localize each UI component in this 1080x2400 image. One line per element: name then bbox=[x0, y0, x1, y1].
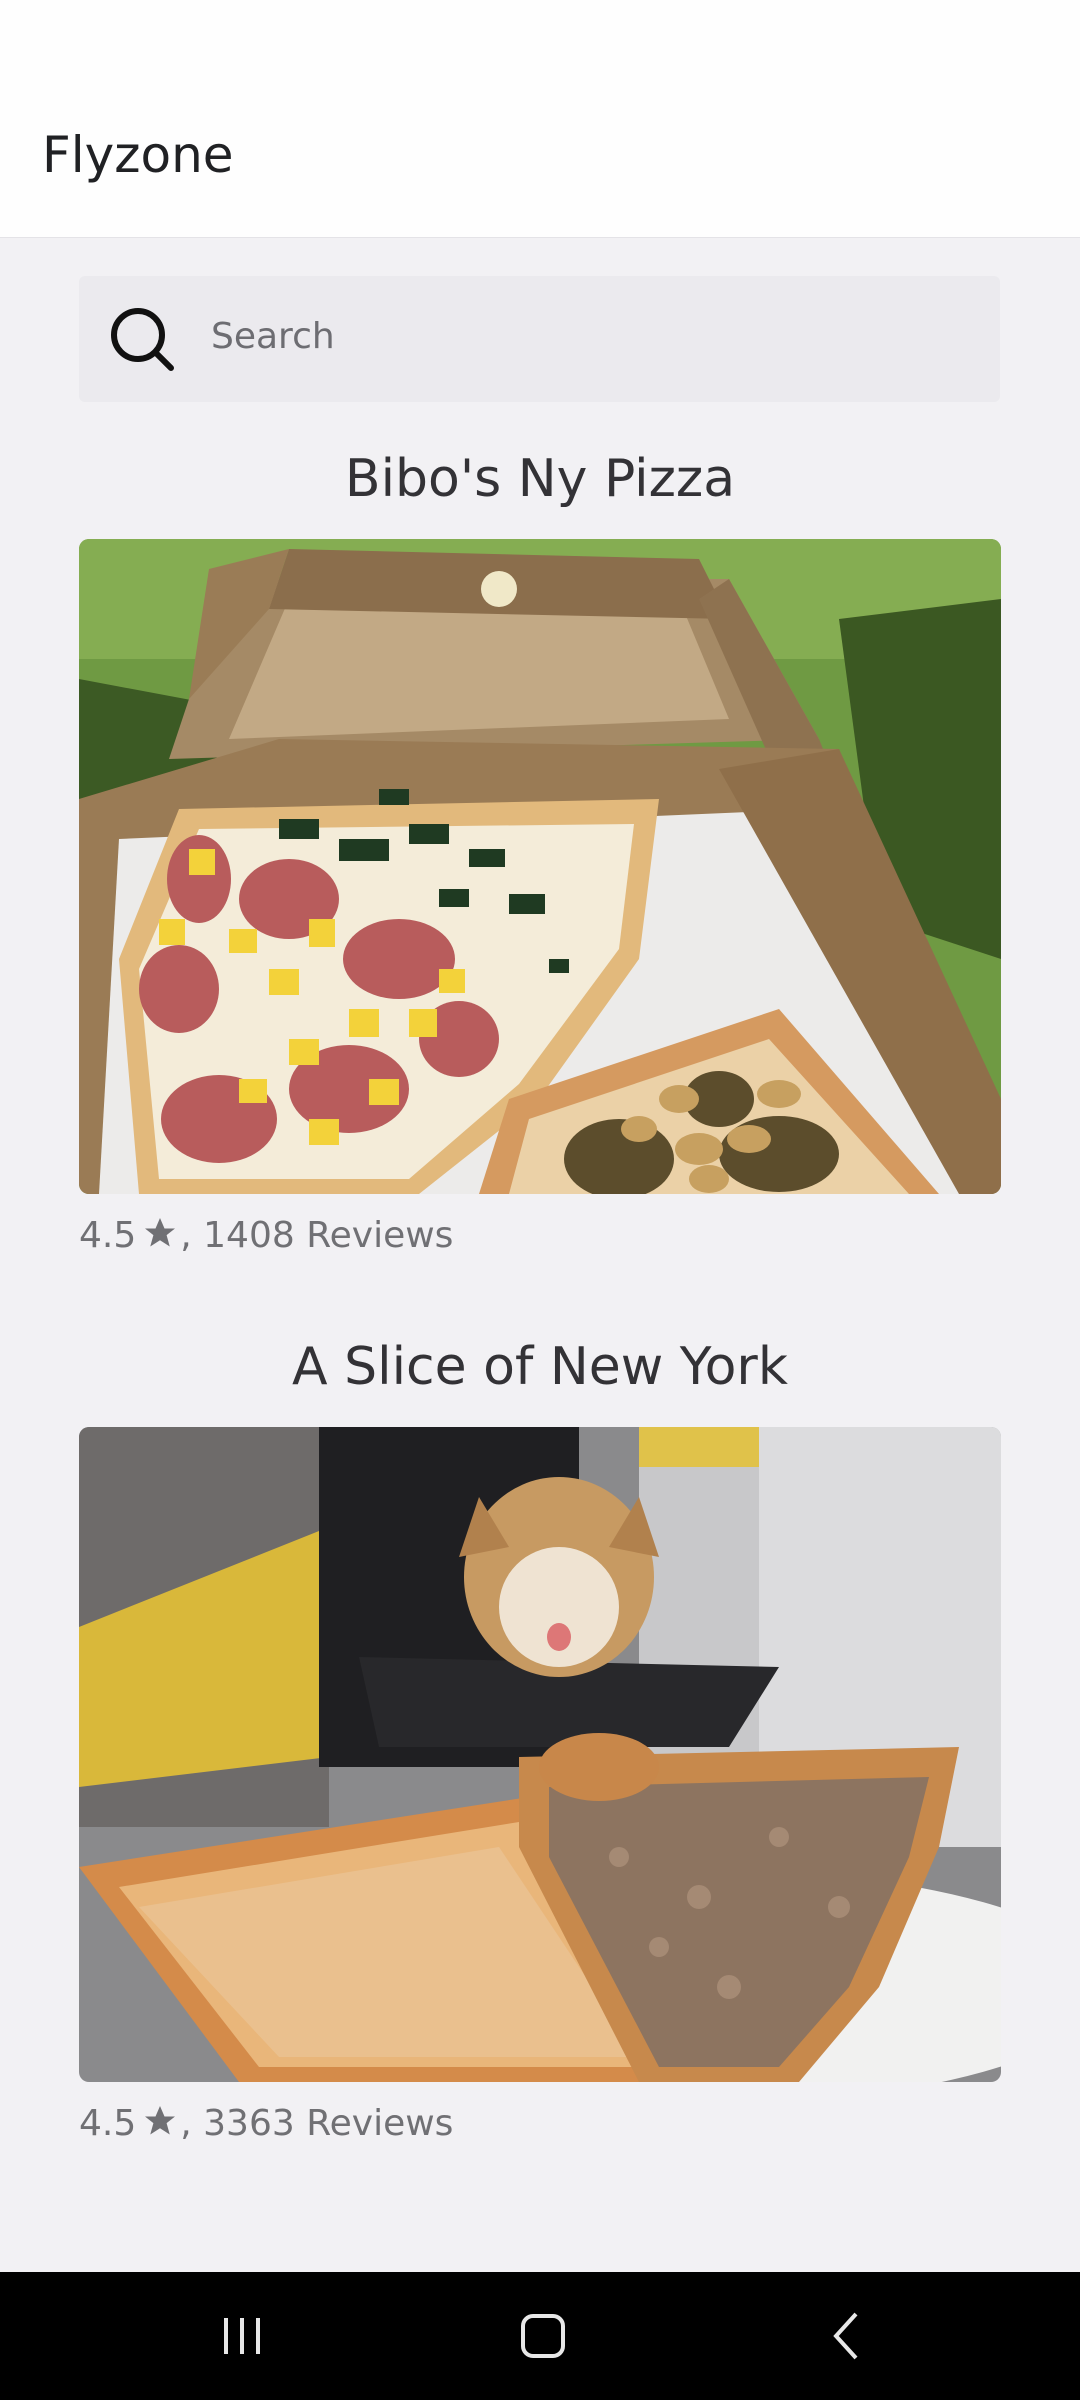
star-icon bbox=[145, 1218, 176, 1247]
back-icon[interactable] bbox=[808, 2296, 888, 2376]
rating-value: 4.5 bbox=[79, 2103, 137, 2144]
rating-line: 4.5 , 1408 Reviews bbox=[79, 1215, 453, 1254]
restaurant-name[interactable]: A Slice of New York bbox=[79, 1341, 1001, 1393]
app-title: Flyzone bbox=[42, 126, 234, 184]
pizza-slices-image bbox=[79, 1427, 1001, 2082]
recents-icon[interactable] bbox=[202, 2296, 282, 2376]
search-icon[interactable] bbox=[107, 304, 179, 376]
restaurant-name[interactable]: Bibo's Ny Pizza bbox=[79, 453, 1001, 505]
review-count: , 1408 Reviews bbox=[180, 1215, 454, 1256]
pizza-box-photo[interactable] bbox=[79, 539, 1001, 1194]
star-icon bbox=[145, 2106, 176, 2135]
pizza-slices-dog-photo[interactable] bbox=[79, 1427, 1001, 2082]
rating-value: 4.5 bbox=[79, 1215, 137, 1256]
app-header: Flyzone bbox=[0, 0, 1080, 238]
review-count: , 3363 Reviews bbox=[180, 2103, 454, 2144]
search-input[interactable]: Search bbox=[211, 319, 335, 355]
rating-line: 4.5 , 3363 Reviews bbox=[79, 2103, 453, 2142]
pizza-box-image bbox=[79, 539, 1001, 1194]
system-navigation-bar bbox=[0, 2272, 1080, 2400]
home-icon[interactable] bbox=[503, 2296, 583, 2376]
search-bar[interactable]: Search bbox=[79, 276, 1000, 402]
